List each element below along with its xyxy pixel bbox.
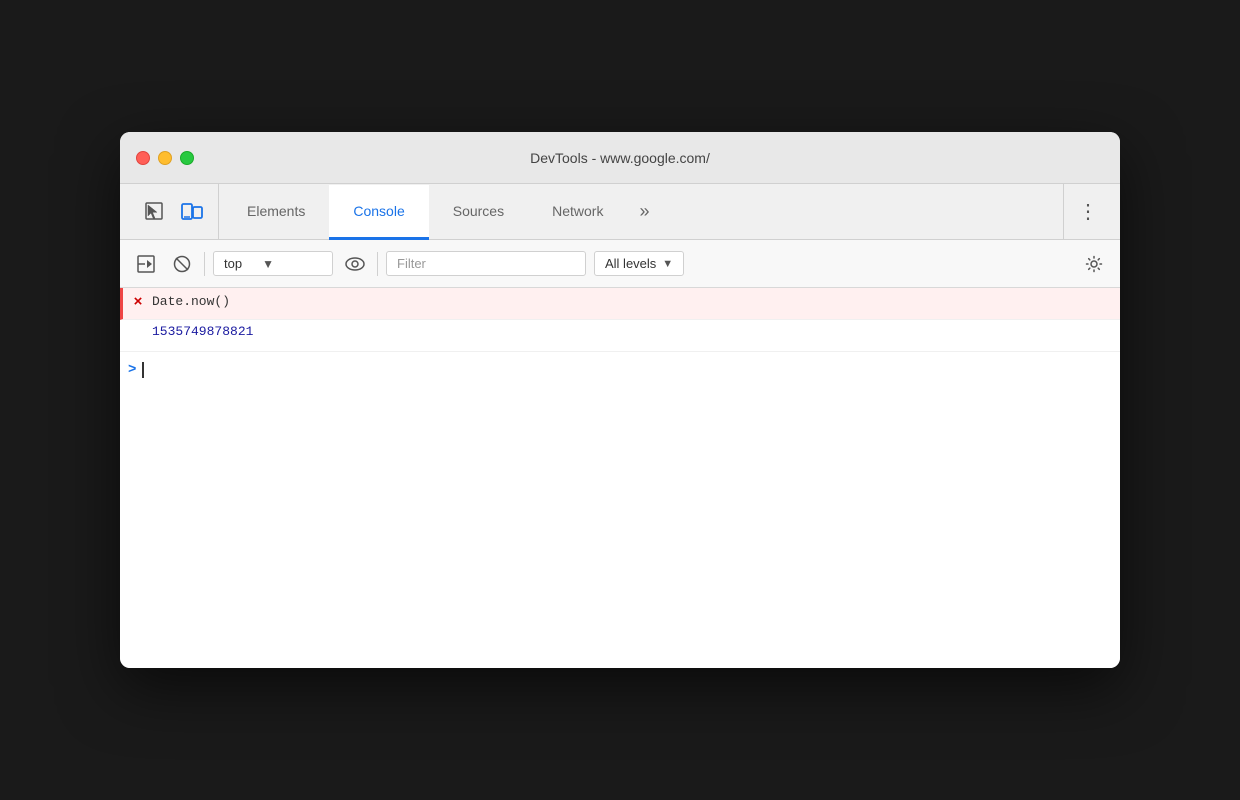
tab-elements[interactable]: Elements bbox=[223, 185, 329, 240]
settings-button[interactable] bbox=[1080, 250, 1108, 278]
inspect-element-button[interactable] bbox=[138, 196, 170, 228]
tab-sources[interactable]: Sources bbox=[429, 185, 528, 240]
log-levels-selector[interactable]: All levels ▼ bbox=[594, 251, 684, 276]
chevron-down-icon: ▼ bbox=[662, 258, 673, 270]
tab-network[interactable]: Network bbox=[528, 185, 627, 240]
console-input-row[interactable]: > bbox=[120, 352, 1120, 388]
devtools-window: DevTools - www.google.com/ bbox=[120, 132, 1120, 668]
console-prompt-icon: > bbox=[128, 362, 136, 378]
tab-bar-right: ⋮ bbox=[1063, 184, 1112, 239]
live-expressions-button[interactable] bbox=[341, 250, 369, 278]
console-entry-input: × Date.now() bbox=[120, 288, 1120, 320]
maximize-button[interactable] bbox=[180, 151, 194, 165]
minimize-button[interactable] bbox=[158, 151, 172, 165]
console-input-text: Date.now() bbox=[152, 292, 230, 313]
tab-console[interactable]: Console bbox=[329, 185, 428, 240]
filter-input[interactable] bbox=[386, 251, 586, 276]
error-cross-icon: × bbox=[128, 294, 148, 311]
tab-bar-left-icons bbox=[128, 184, 219, 239]
tab-bar: Elements Console Sources Network » ⋮ bbox=[120, 184, 1120, 240]
console-output: × Date.now() 1535749878821 > bbox=[120, 288, 1120, 668]
console-toolbar: top ▼ All levels ▼ bbox=[120, 240, 1120, 288]
console-cursor bbox=[142, 362, 144, 378]
devtools-menu-button[interactable]: ⋮ bbox=[1072, 196, 1104, 228]
tabs-container: Elements Console Sources Network » bbox=[223, 184, 1063, 239]
toolbar-divider-1 bbox=[204, 252, 205, 276]
close-button[interactable] bbox=[136, 151, 150, 165]
console-entry-result: 1535749878821 bbox=[120, 320, 1120, 352]
console-result-value: 1535749878821 bbox=[152, 324, 253, 339]
show-sidebar-button[interactable] bbox=[132, 250, 160, 278]
toolbar-divider-2 bbox=[377, 252, 378, 276]
clear-console-button[interactable] bbox=[168, 250, 196, 278]
title-bar: DevTools - www.google.com/ bbox=[120, 132, 1120, 184]
more-tabs-button[interactable]: » bbox=[627, 184, 661, 239]
device-toolbar-button[interactable] bbox=[176, 196, 208, 228]
chevron-down-icon: ▼ bbox=[262, 257, 274, 271]
traffic-lights bbox=[136, 151, 194, 165]
context-selector[interactable]: top ▼ bbox=[213, 251, 333, 276]
window-title: DevTools - www.google.com/ bbox=[530, 150, 710, 166]
